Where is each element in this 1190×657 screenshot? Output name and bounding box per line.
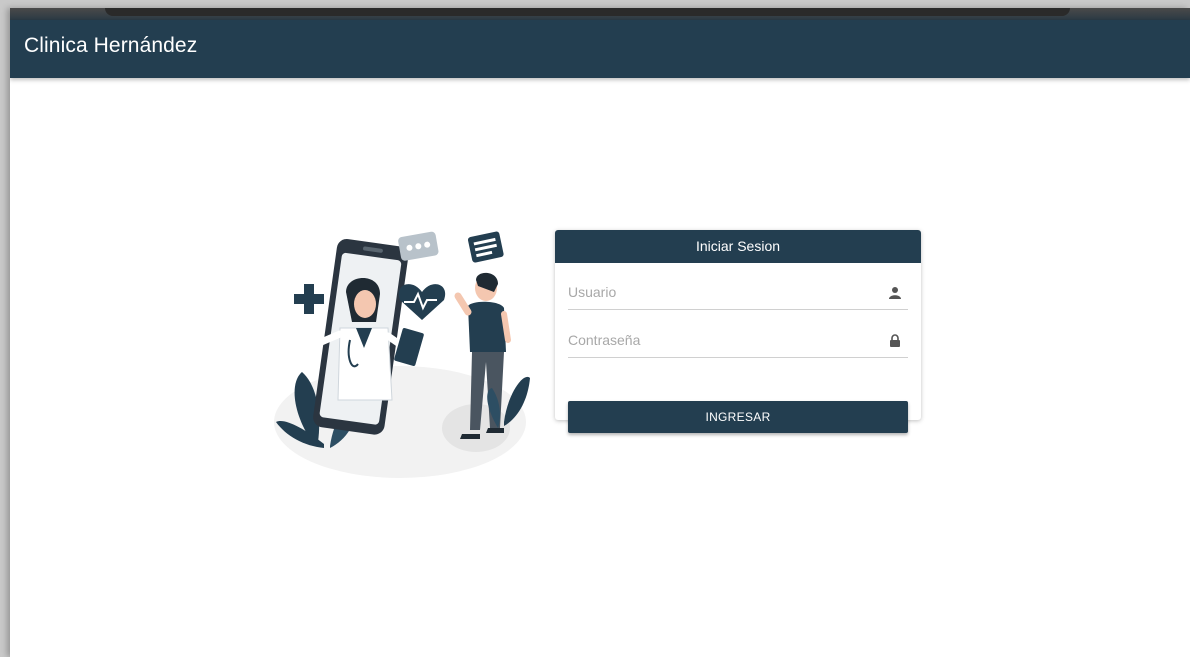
app-bar: Clinica Hernández xyxy=(10,20,1190,78)
lock-icon xyxy=(890,334,900,347)
username-field xyxy=(568,277,908,310)
login-card: Iniciar Sesion INGRESAR xyxy=(555,230,921,433)
window-top-strip xyxy=(10,8,1190,20)
username-input[interactable] xyxy=(568,277,868,307)
login-submit-button[interactable]: INGRESAR xyxy=(568,401,908,433)
password-input[interactable] xyxy=(568,325,868,355)
password-field xyxy=(568,325,908,358)
app-window: Clinica Hernández Iniciar Sesion Usuario… xyxy=(10,8,1190,657)
telemedicine-illustration xyxy=(274,231,530,478)
login-card-header: Iniciar Sesion xyxy=(555,230,921,263)
app-title: Clinica Hernández xyxy=(24,34,198,57)
person-icon xyxy=(889,287,901,299)
